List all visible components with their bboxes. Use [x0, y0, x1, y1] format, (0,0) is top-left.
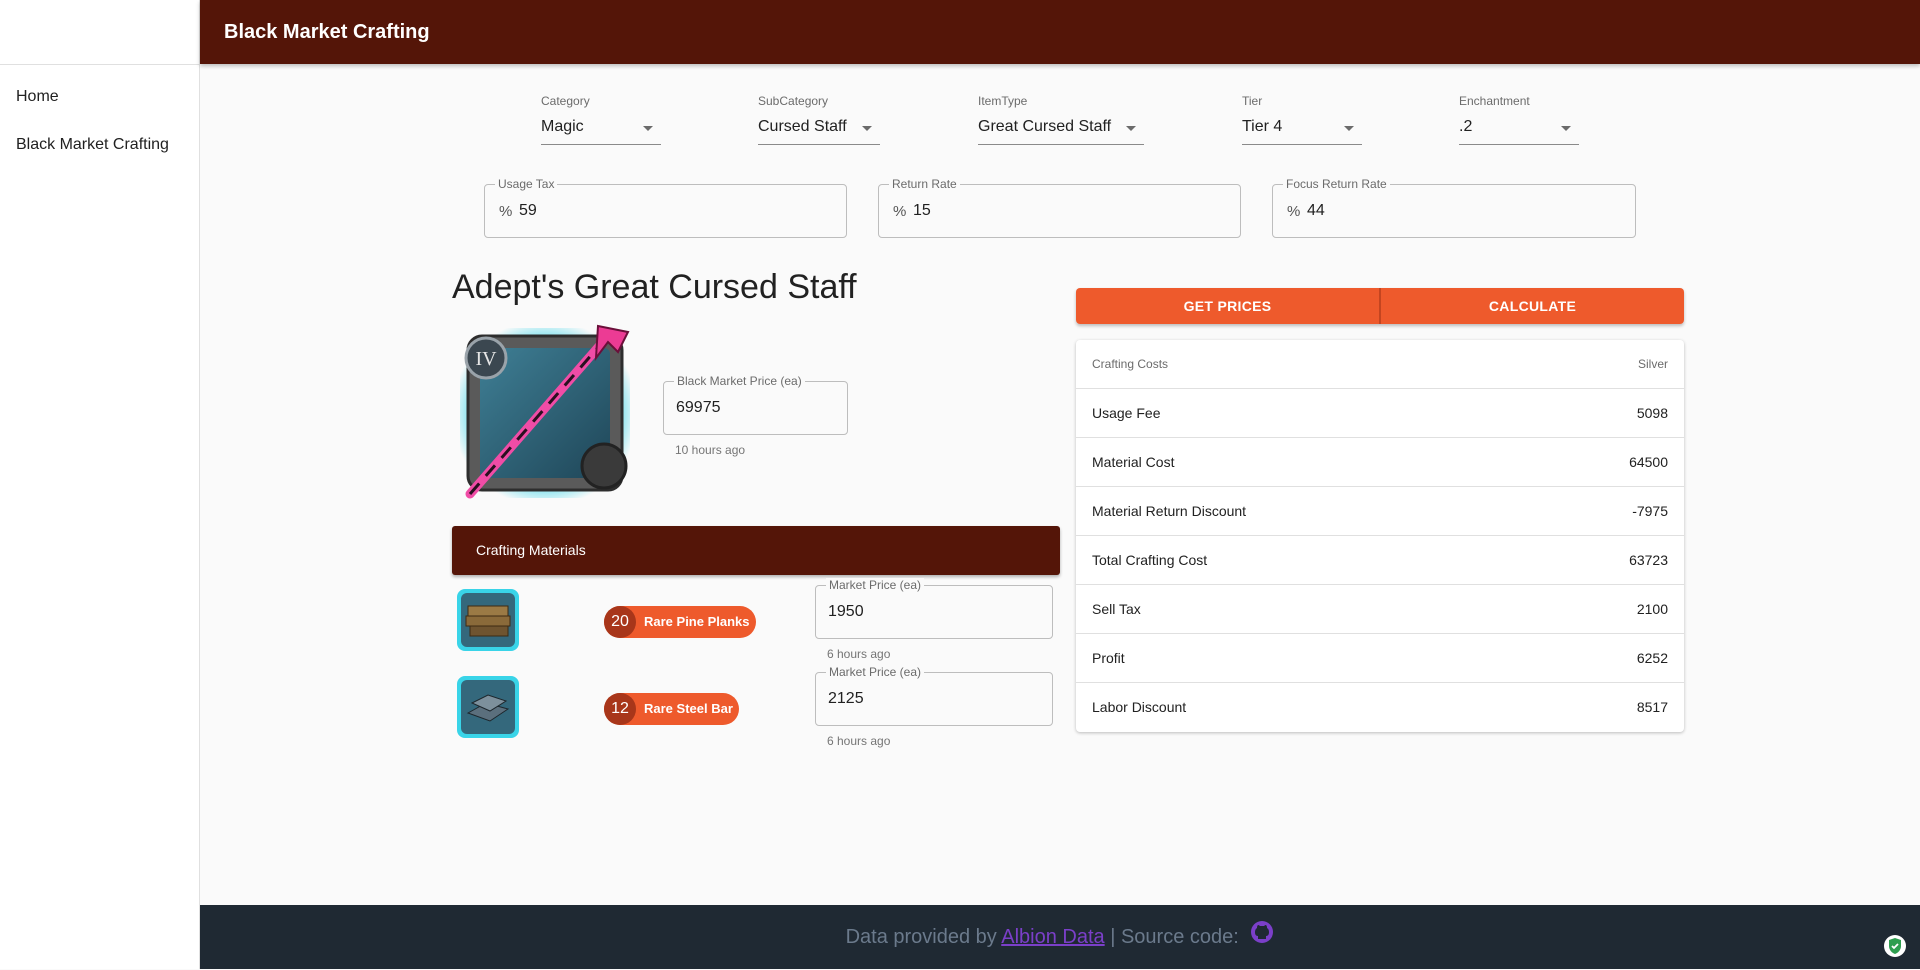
tier-label: Tier: [1242, 94, 1263, 108]
black-market-price-updated: 10 hours ago: [675, 443, 746, 457]
crafting-materials-header: Crafting Materials: [452, 526, 1060, 575]
cursed-staff-icon: IV: [458, 322, 636, 500]
return-rate-value[interactable]: 15: [913, 202, 931, 220]
shield-check-icon[interactable]: [1884, 935, 1906, 957]
calculate-button[interactable]: CALCULATE: [1381, 288, 1684, 324]
row-value: 64500: [1629, 454, 1668, 470]
chevron-down-icon: [862, 126, 872, 131]
tier-select[interactable]: Tier Tier 4: [1242, 94, 1362, 145]
market-price-updated: 6 hours ago: [827, 647, 891, 661]
market-price-label: Market Price (ea): [826, 578, 925, 592]
table-row: Labor Discount 8517: [1076, 683, 1684, 731]
footer: Data provided by Albion Data | Source co…: [200, 905, 1920, 969]
page-title: Black Market Crafting: [224, 21, 430, 43]
usage-tax-label: Usage Tax: [495, 177, 558, 191]
row-value: 63723: [1629, 552, 1668, 568]
enchantment-label: Enchantment: [1459, 94, 1530, 108]
category-select[interactable]: Category Magic: [541, 94, 661, 145]
subcategory-select[interactable]: SubCategory Cursed Staff: [758, 94, 880, 145]
focus-return-rate-field[interactable]: Focus Return Rate % 44: [1272, 177, 1636, 238]
market-price-field[interactable]: Market Price (ea) 2125: [815, 665, 1053, 726]
row-label: Labor Discount: [1092, 699, 1187, 715]
market-price-value[interactable]: 2125: [828, 690, 864, 708]
pine-planks-icon: [456, 588, 520, 652]
material-name: Rare Pine Planks: [644, 614, 750, 629]
action-button-group: GET PRICES CALCULATE: [1076, 288, 1684, 324]
row-label: Material Cost: [1092, 454, 1175, 470]
table-header: Crafting Costs Silver: [1076, 340, 1684, 389]
material-count: 20: [604, 606, 636, 638]
market-price-updated: 6 hours ago: [827, 734, 891, 748]
row-label: Material Return Discount: [1092, 503, 1247, 519]
row-value: 6252: [1636, 650, 1668, 666]
market-price-field[interactable]: Market Price (ea) 1950: [815, 578, 1053, 639]
app-bar: Black Market Crafting: [200, 0, 1920, 64]
sidebar: Home Black Market Crafting: [0, 0, 200, 969]
row-value: 5098: [1636, 405, 1668, 421]
table-row: Profit 6252: [1076, 634, 1684, 683]
table-row: Sell Tax 2100: [1076, 585, 1684, 634]
market-price-label: Market Price (ea): [826, 665, 925, 679]
chevron-down-icon: [1344, 126, 1354, 131]
table-row: Total Crafting Cost 63723: [1076, 536, 1684, 585]
focus-return-rate-value[interactable]: 44: [1307, 202, 1325, 220]
item-title: Adept's Great Cursed Staff: [452, 268, 857, 306]
usage-tax-value[interactable]: 59: [519, 202, 537, 220]
chevron-down-icon: [1561, 126, 1571, 131]
chevron-down-icon: [643, 126, 653, 131]
crafting-costs-column-header: Crafting Costs: [1092, 357, 1169, 371]
material-count: 12: [604, 693, 636, 725]
material-chip: 20 Rare Pine Planks: [604, 606, 756, 638]
row-label: Usage Fee: [1092, 405, 1161, 421]
percent-prefix: %: [499, 203, 513, 220]
table-row: Usage Fee 5098: [1076, 389, 1684, 438]
crafting-materials-title: Crafting Materials: [476, 542, 586, 558]
enchantment-select[interactable]: Enchantment .2: [1459, 94, 1579, 145]
footer-credits: Data provided by Albion Data | Source co…: [200, 905, 1920, 970]
percent-prefix: %: [1287, 203, 1301, 220]
sidebar-item-home[interactable]: Home: [0, 73, 199, 121]
crafting-costs-table: Crafting Costs Silver Usage Fee 5098 Mat…: [1076, 340, 1684, 732]
category-label: Category: [541, 94, 590, 108]
footer-suffix: | Source code:: [1110, 926, 1239, 948]
steel-bar-icon: [456, 675, 520, 739]
return-rate-label: Return Rate: [889, 177, 960, 191]
sidebar-item-black-market-crafting[interactable]: Black Market Crafting: [0, 121, 199, 169]
get-prices-button[interactable]: GET PRICES: [1076, 288, 1379, 324]
focus-return-rate-label: Focus Return Rate: [1283, 177, 1390, 191]
albion-data-link[interactable]: Albion Data: [1001, 926, 1104, 948]
table-row: Material Return Discount -7975: [1076, 487, 1684, 536]
itemtype-label: ItemType: [978, 94, 1028, 108]
return-rate-field[interactable]: Return Rate % 15: [878, 177, 1241, 238]
row-value: 8517: [1636, 699, 1668, 715]
github-icon[interactable]: [1250, 906, 1274, 970]
chevron-down-icon: [1126, 126, 1136, 131]
usage-tax-field[interactable]: Usage Tax % 59: [484, 177, 847, 238]
sidebar-header: [0, 0, 199, 65]
row-value: -7975: [1632, 503, 1668, 519]
black-market-price-value[interactable]: 69975: [676, 399, 721, 417]
percent-prefix: %: [893, 203, 907, 220]
row-label: Total Crafting Cost: [1092, 552, 1208, 568]
black-market-price-label: Black Market Price (ea): [674, 374, 805, 388]
row-label: Sell Tax: [1092, 601, 1141, 617]
black-market-price-field[interactable]: Black Market Price (ea) 69975: [663, 374, 848, 435]
subcategory-label: SubCategory: [758, 94, 829, 108]
footer-prefix: Data provided by: [845, 926, 997, 948]
enchantment-value: .2: [1459, 118, 1473, 135]
material-name: Rare Steel Bar: [644, 701, 733, 716]
itemtype-select[interactable]: ItemType Great Cursed Staff: [978, 94, 1144, 145]
category-value: Magic: [541, 118, 584, 135]
svg-text:IV: IV: [475, 348, 497, 370]
row-value: 2100: [1636, 601, 1668, 617]
row-label: Profit: [1092, 650, 1125, 666]
tier-value: Tier 4: [1242, 118, 1283, 135]
material-chip: 12 Rare Steel Bar: [604, 693, 739, 725]
subcategory-value: Cursed Staff: [758, 118, 847, 135]
table-row: Material Cost 64500: [1076, 438, 1684, 487]
market-price-value[interactable]: 1950: [828, 603, 864, 621]
itemtype-value: Great Cursed Staff: [978, 118, 1112, 135]
silver-column-header: Silver: [1637, 357, 1668, 371]
